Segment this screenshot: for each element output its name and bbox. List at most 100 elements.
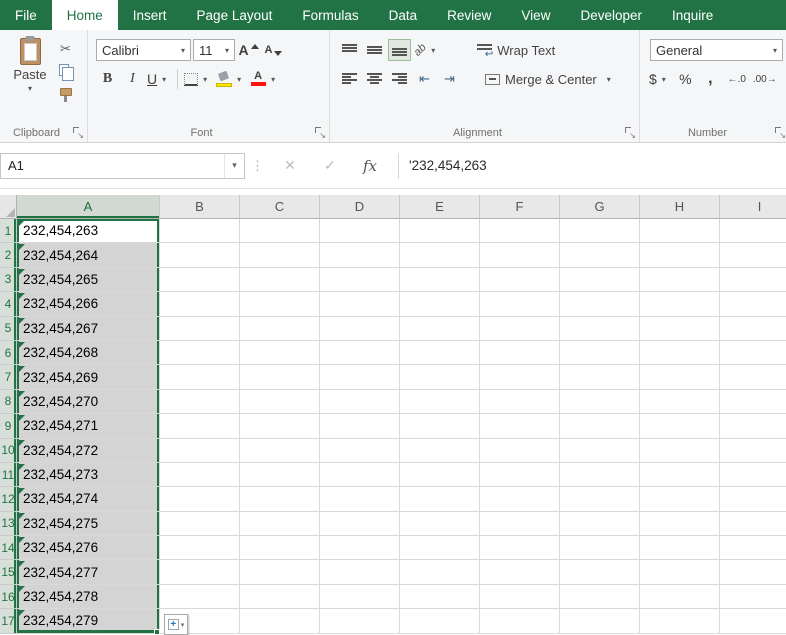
cell-E13[interactable] [400, 512, 480, 536]
cell-F14[interactable] [480, 536, 560, 560]
cell-F7[interactable] [480, 365, 560, 389]
cell-H13[interactable] [640, 512, 720, 536]
cell-H5[interactable] [640, 317, 720, 341]
cell-H8[interactable] [640, 390, 720, 414]
cell-H10[interactable] [640, 439, 720, 463]
chevron-down-icon[interactable]: ▾ [602, 75, 616, 84]
row-header-4[interactable]: 4 [0, 292, 17, 316]
column-header-I[interactable]: I [720, 195, 786, 219]
cell-E5[interactable] [400, 317, 480, 341]
bold-button[interactable]: B [96, 68, 119, 90]
row-header-8[interactable]: 8 [0, 390, 17, 414]
cell-G13[interactable] [560, 512, 640, 536]
decrease-indent-button[interactable]: ⇤ [413, 68, 436, 90]
cell-B14[interactable] [160, 536, 240, 560]
cell-E12[interactable] [400, 487, 480, 511]
increase-decimal-button[interactable]: ←.0 [724, 68, 750, 90]
cell-F4[interactable] [480, 292, 560, 316]
cell-G16[interactable] [560, 585, 640, 609]
cell-D6[interactable] [320, 341, 400, 365]
cell-B2[interactable] [160, 243, 240, 267]
chevron-down-icon[interactable]: ▾ [23, 84, 37, 93]
cell-G2[interactable] [560, 243, 640, 267]
top-align-button[interactable] [338, 39, 361, 61]
cell-A16[interactable]: 232,454,278 [17, 585, 160, 609]
fill-color-button[interactable]: ▾ [215, 68, 247, 90]
increase-font-size-button[interactable]: A [237, 39, 260, 61]
cell-C10[interactable] [240, 439, 320, 463]
cell-E17[interactable] [400, 609, 480, 633]
cell-I8[interactable] [720, 390, 786, 414]
comma-style-button[interactable]: , [699, 68, 722, 90]
cell-I14[interactable] [720, 536, 786, 560]
tab-view[interactable]: View [506, 0, 565, 30]
font-dialog-launcher[interactable] [315, 127, 326, 138]
cell-E7[interactable] [400, 365, 480, 389]
name-box[interactable]: A1 ▾ [0, 153, 245, 179]
cell-E1[interactable] [400, 219, 480, 243]
number-dialog-launcher[interactable] [775, 127, 786, 138]
cell-D12[interactable] [320, 487, 400, 511]
column-header-D[interactable]: D [320, 195, 400, 219]
cell-F10[interactable] [480, 439, 560, 463]
cell-G8[interactable] [560, 390, 640, 414]
column-header-A[interactable]: A [17, 195, 160, 219]
cell-H16[interactable] [640, 585, 720, 609]
cell-H14[interactable] [640, 536, 720, 560]
cell-B7[interactable] [160, 365, 240, 389]
cell-A14[interactable]: 232,454,276 [17, 536, 160, 560]
row-header-1[interactable]: 1 [0, 219, 17, 243]
cell-C13[interactable] [240, 512, 320, 536]
cell-A10[interactable]: 232,454,272 [17, 439, 160, 463]
tab-insert[interactable]: Insert [118, 0, 182, 30]
autofill-options-button[interactable]: + ▾ [164, 614, 188, 635]
cell-B10[interactable] [160, 439, 240, 463]
row-header-5[interactable]: 5 [0, 317, 17, 341]
name-box-dropdown[interactable]: ▾ [224, 154, 244, 178]
row-header-9[interactable]: 9 [0, 414, 17, 438]
accounting-format-button[interactable]: $ ▾ [648, 68, 672, 90]
cell-C4[interactable] [240, 292, 320, 316]
row-header-16[interactable]: 16 [0, 585, 17, 609]
chevron-down-icon[interactable]: ▾ [198, 75, 212, 84]
decrease-font-size-button[interactable]: A [262, 39, 285, 61]
row-header-6[interactable]: 6 [0, 341, 17, 365]
cell-G3[interactable] [560, 268, 640, 292]
tab-inquire[interactable]: Inquire [657, 0, 728, 30]
cell-I2[interactable] [720, 243, 786, 267]
cell-I11[interactable] [720, 463, 786, 487]
cell-E3[interactable] [400, 268, 480, 292]
cell-D13[interactable] [320, 512, 400, 536]
cell-G1[interactable] [560, 219, 640, 243]
alignment-dialog-launcher[interactable] [625, 127, 636, 138]
chevron-down-icon[interactable]: ▾ [176, 46, 190, 55]
cell-D11[interactable] [320, 463, 400, 487]
row-header-10[interactable]: 10 [0, 439, 17, 463]
orientation-button[interactable]: ab ▾ [413, 39, 441, 61]
cell-A17[interactable]: 232,454,279 [17, 609, 160, 633]
cell-H6[interactable] [640, 341, 720, 365]
increase-indent-button[interactable]: ⇥ [438, 68, 461, 90]
chevron-down-icon[interactable]: ▾ [657, 75, 671, 84]
insert-function-button[interactable]: fx [350, 153, 390, 179]
chevron-down-icon[interactable]: ▾ [220, 46, 234, 55]
row-header-12[interactable]: 12 [0, 487, 17, 511]
cell-I6[interactable] [720, 341, 786, 365]
cell-C6[interactable] [240, 341, 320, 365]
fill-handle[interactable] [154, 629, 160, 635]
cell-A15[interactable]: 232,454,277 [17, 560, 160, 584]
cell-H17[interactable] [640, 609, 720, 633]
cell-F5[interactable] [480, 317, 560, 341]
cell-D16[interactable] [320, 585, 400, 609]
cell-D17[interactable] [320, 609, 400, 633]
cell-A9[interactable]: 232,454,271 [17, 414, 160, 438]
italic-button[interactable]: I [121, 68, 144, 90]
cell-G14[interactable] [560, 536, 640, 560]
row-header-11[interactable]: 11 [0, 463, 17, 487]
row-header-7[interactable]: 7 [0, 365, 17, 389]
align-center-button[interactable] [363, 68, 386, 90]
cell-D4[interactable] [320, 292, 400, 316]
font-color-button[interactable]: A ▾ [249, 68, 281, 90]
row-header-2[interactable]: 2 [0, 243, 17, 267]
tab-review[interactable]: Review [432, 0, 506, 30]
